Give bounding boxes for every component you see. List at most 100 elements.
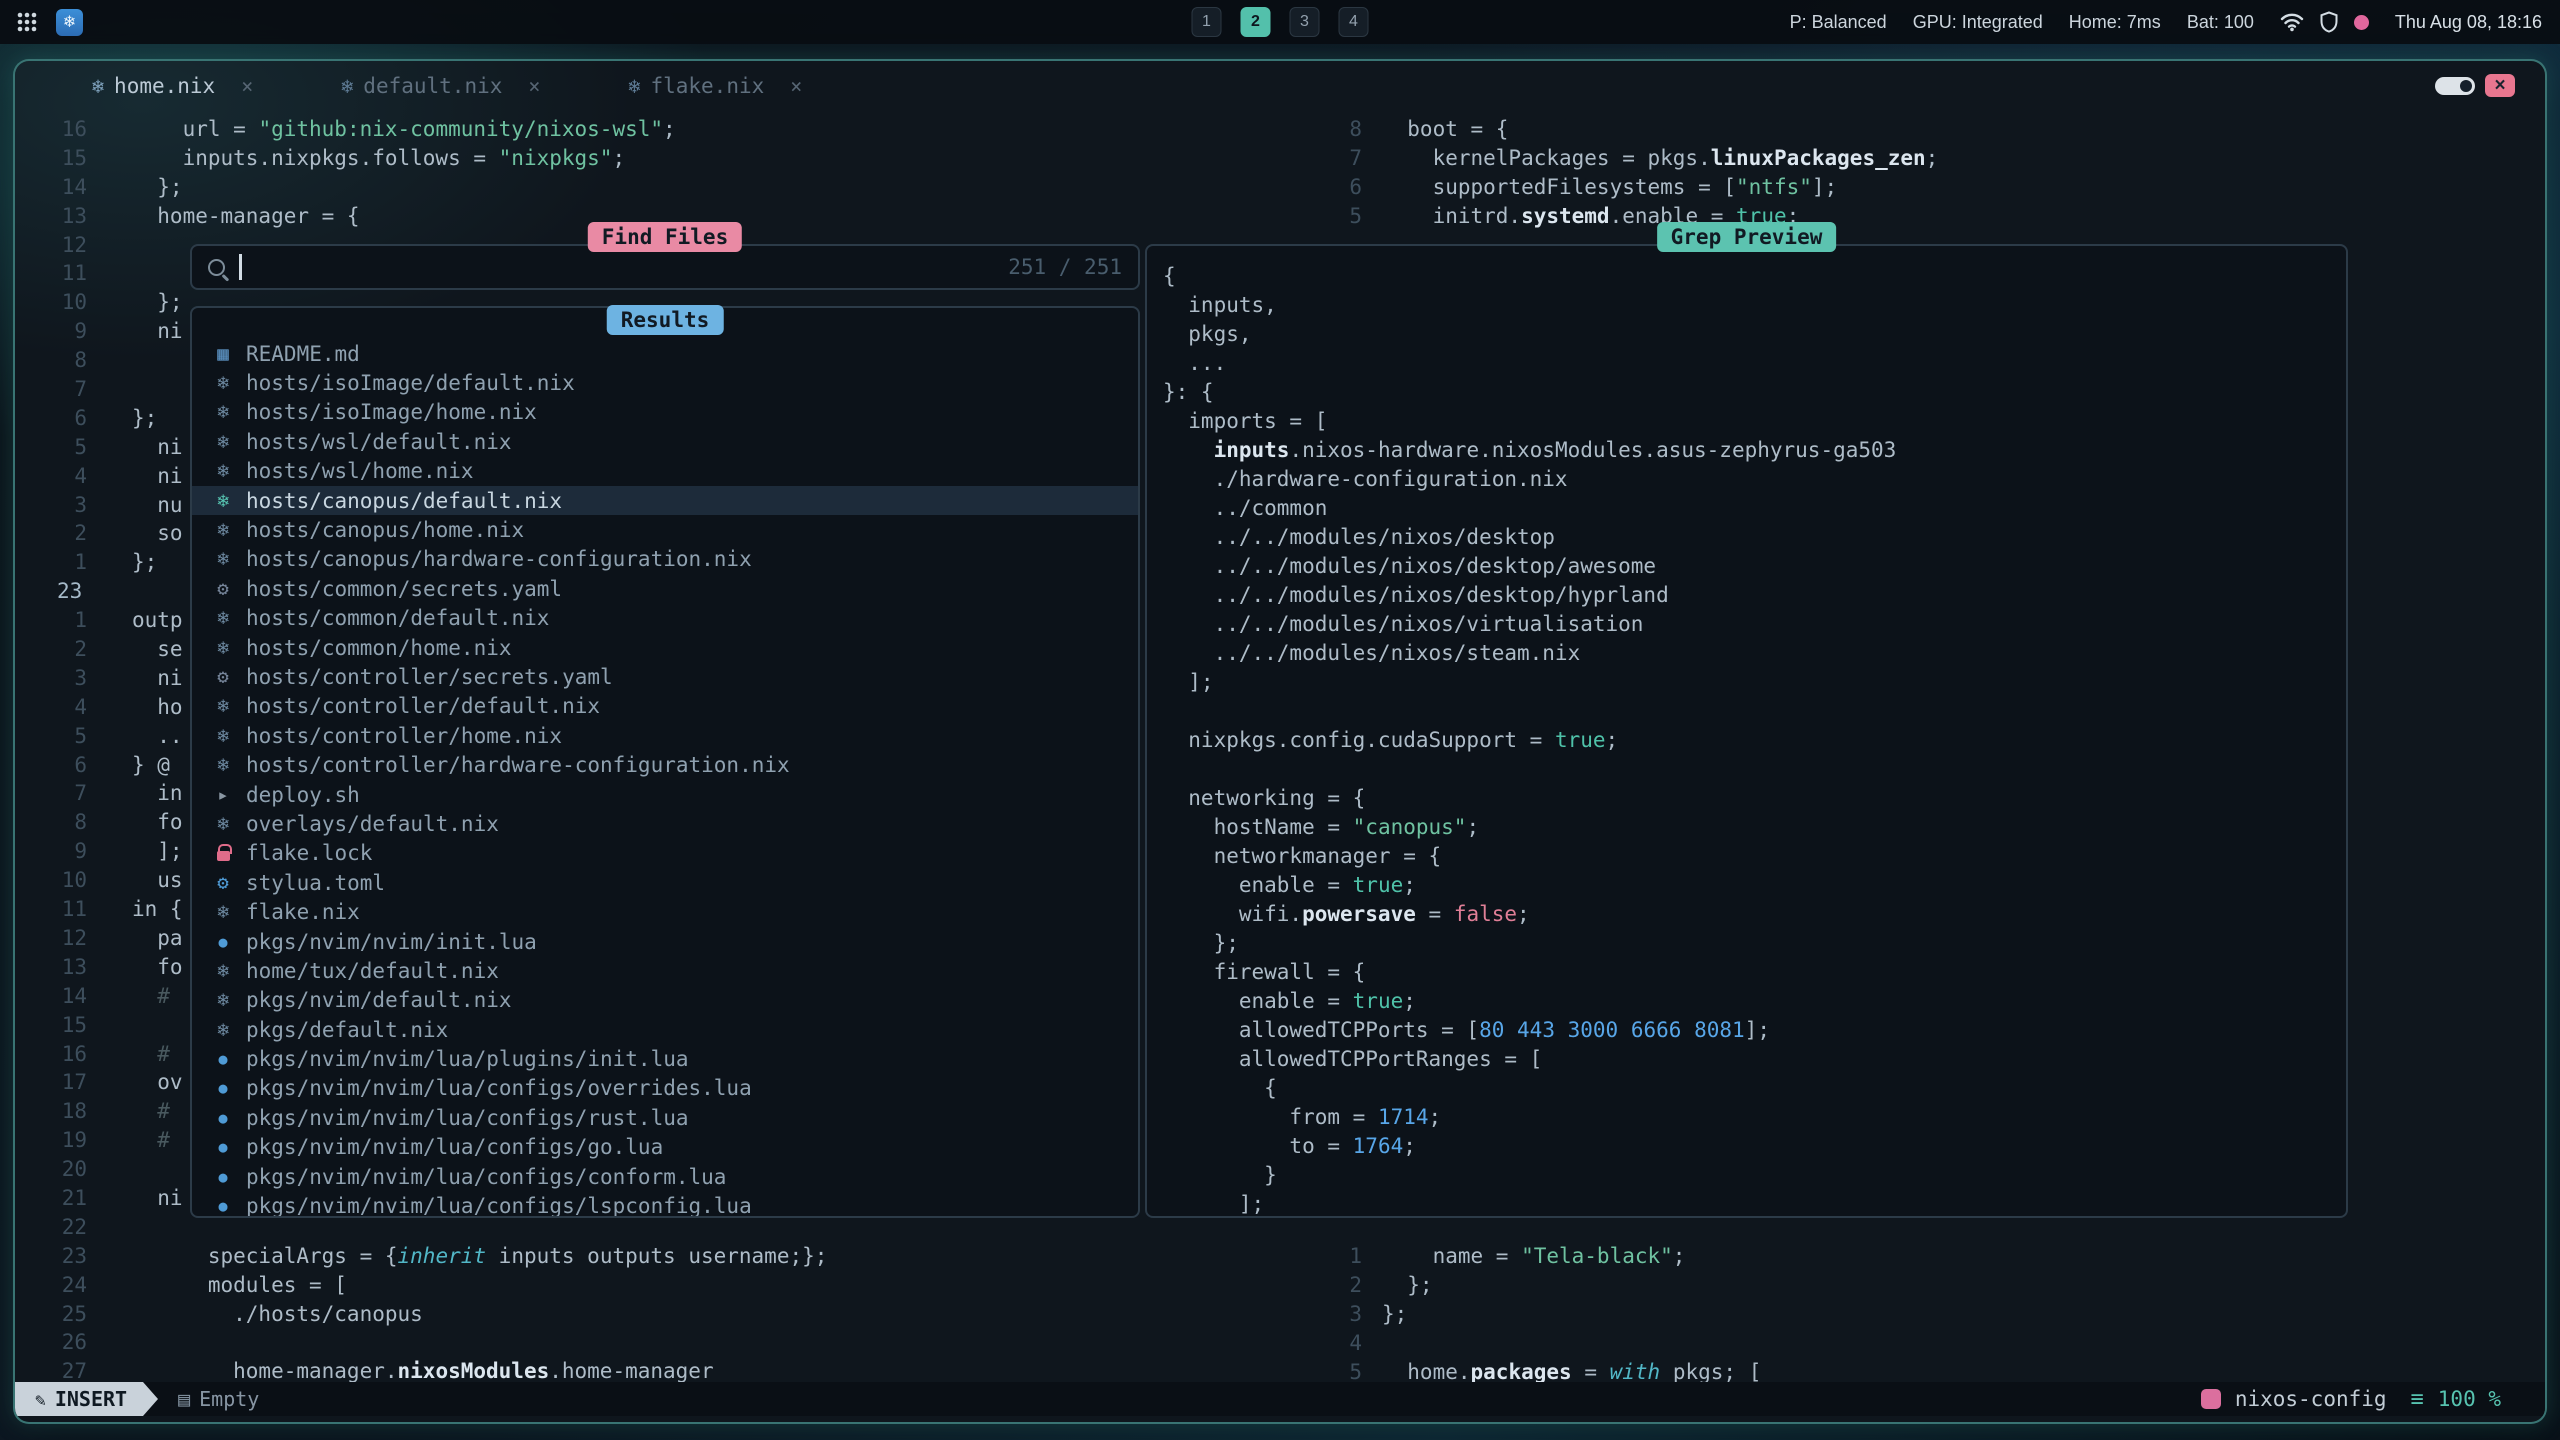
window-close-button[interactable] — [2485, 74, 2515, 97]
result-item[interactable]: ● pkgs/nvim/nvim/lua/configs/go.lua — [192, 1133, 1138, 1162]
status-module[interactable]: Bat: 100 — [2187, 12, 2254, 33]
workspace-button[interactable]: 3 — [1290, 7, 1320, 37]
result-item[interactable]: ❄ home/tux/default.nix — [192, 956, 1138, 985]
find-files-prompt[interactable]: Find Files 251 / 251 — [190, 244, 1140, 290]
code-line: to = 1764; — [1147, 1132, 2346, 1161]
result-item[interactable]: ⚙ hosts/controller/secrets.yaml — [192, 662, 1138, 691]
status-dot-icon[interactable] — [2354, 15, 2369, 30]
buffer-icon — [178, 1387, 190, 1411]
nix-icon: ❄ — [628, 74, 640, 98]
result-item[interactable]: ❄ hosts/common/default.nix — [192, 604, 1138, 633]
workspace-switcher: 1 2 3 4 — [1192, 7, 1369, 37]
result-item[interactable]: ❄ pkgs/nvim/default.nix — [192, 986, 1138, 1015]
code-text: inputs.nixpkgs.follows = "nixpkgs"; — [87, 144, 625, 173]
lock-icon — [210, 842, 236, 864]
result-item[interactable]: ❄ overlays/default.nix — [192, 809, 1138, 838]
code-text: ../../modules/nixos/desktop/hyprland — [1147, 581, 1669, 610]
line-number: 5 — [15, 722, 87, 751]
code-line: ../../modules/nixos/virtualisation — [1147, 610, 2346, 639]
line-number: 15 — [15, 1011, 87, 1040]
workspace-button[interactable]: 1 — [1192, 7, 1222, 37]
line-number: 16 — [15, 1040, 87, 1069]
status-module[interactable]: Home: 7ms — [2069, 12, 2161, 33]
editor-tab[interactable]: ❄ flake.nix — [628, 74, 802, 98]
result-item[interactable]: ● pkgs/nvim/nvim/lua/configs/rust.lua — [192, 1103, 1138, 1132]
result-item[interactable]: ❄ hosts/controller/hardware-configuratio… — [192, 750, 1138, 779]
result-item[interactable]: flake.lock — [192, 839, 1138, 868]
result-filename: home/tux/default.nix — [246, 959, 499, 983]
apps-grid-icon[interactable] — [16, 11, 38, 33]
result-item[interactable]: ❄ hosts/isoImage/default.nix — [192, 368, 1138, 397]
tab-close-icon[interactable] — [528, 74, 540, 98]
code-text: allowedTCPPorts = [80 443 3000 6666 8081… — [1147, 1016, 1770, 1045]
shield-icon[interactable] — [2319, 11, 2339, 33]
code-text: in { — [87, 895, 183, 924]
result-item[interactable]: ▸ deploy.sh — [192, 780, 1138, 809]
line-number: 5 — [1270, 202, 1362, 231]
code-text: networking = { — [1147, 784, 1365, 813]
result-item[interactable]: ● pkgs/nvim/nvim/lua/configs/conform.lua — [192, 1162, 1138, 1191]
result-item[interactable]: ❄ flake.nix — [192, 897, 1138, 926]
window-toggle-pill[interactable] — [2435, 77, 2475, 95]
editor-tab[interactable]: ❄ home.nix — [92, 74, 253, 98]
clock[interactable]: Thu Aug 08, 18:16 — [2395, 12, 2542, 33]
result-item[interactable]: ● pkgs/nvim/nvim/lua/configs/overrides.l… — [192, 1074, 1138, 1103]
lua-icon: ● — [210, 1050, 236, 1068]
result-item[interactable]: ❄ hosts/wsl/default.nix — [192, 427, 1138, 456]
result-item[interactable]: ❄ hosts/controller/default.nix — [192, 692, 1138, 721]
wifi-icon[interactable] — [2280, 12, 2304, 32]
code-line: { — [1147, 1074, 2346, 1103]
code-text: ../common — [1147, 494, 1327, 523]
result-filename: hosts/controller/default.nix — [246, 694, 600, 718]
result-item[interactable]: ● pkgs/nvim/nvim/init.lua — [192, 927, 1138, 956]
grep-preview-content[interactable]: { inputs, pkgs, ...}: { imports = [ inpu… — [1147, 246, 2346, 1219]
result-item[interactable]: ● pkgs/nvim/nvim/lua/plugins/init.lua — [192, 1044, 1138, 1073]
line-number: 4 — [15, 693, 87, 722]
result-item[interactable]: ❄ hosts/canopus/default.nix — [192, 486, 1138, 515]
result-item[interactable]: ❄ hosts/wsl/home.nix — [192, 457, 1138, 486]
nix-icon: ❄ — [210, 725, 236, 747]
line-number: 8 — [15, 808, 87, 837]
result-item[interactable]: ❄ hosts/canopus/home.nix — [192, 515, 1138, 544]
code-line: 6 supportedFilesystems = ["ntfs"]; — [1270, 173, 1938, 202]
result-item[interactable]: ❄ pkgs/default.nix — [192, 1015, 1138, 1044]
workspace-button[interactable]: 2 — [1241, 7, 1271, 37]
app-logo-icon[interactable]: ❄ — [56, 9, 83, 36]
result-item[interactable]: ▦ README.md — [192, 339, 1138, 368]
result-item[interactable]: ❄ hosts/canopus/hardware-configuration.n… — [192, 545, 1138, 574]
code-text: ho — [87, 693, 183, 722]
result-item[interactable]: ❄ hosts/common/home.nix — [192, 633, 1138, 662]
code-text: modules = [ — [87, 1271, 347, 1300]
result-filename: pkgs/nvim/nvim/lua/configs/conform.lua — [246, 1165, 726, 1189]
code-text: # — [87, 1126, 170, 1155]
code-text: ../../modules/nixos/steam.nix — [1147, 639, 1580, 668]
code-text: firewall = { — [1147, 958, 1365, 987]
code-line: hostName = "canopus"; — [1147, 813, 2346, 842]
editor-right-pane-bottom[interactable]: 1 name = "Tela-black";2 };3};45 home.pac… — [1270, 1242, 1761, 1386]
grep-preview-title-badge: Grep Preview — [1657, 222, 1837, 252]
result-item[interactable]: ● pkgs/nvim/nvim/lua/configs/lspconfig.l… — [192, 1191, 1138, 1216]
status-module[interactable]: GPU: Integrated — [1913, 12, 2043, 33]
nix-icon: ❄ — [210, 1019, 236, 1041]
result-item[interactable]: ❄ hosts/controller/home.nix — [192, 721, 1138, 750]
tab-close-icon[interactable] — [241, 74, 253, 98]
code-text: kernelPackages = pkgs.linuxPackages_zen; — [1362, 144, 1938, 173]
result-item[interactable]: ⚙ hosts/common/secrets.yaml — [192, 574, 1138, 603]
code-text: outp — [87, 606, 183, 635]
result-item[interactable]: ⚙ stylua.toml — [192, 868, 1138, 897]
line-number: 14 — [15, 173, 87, 202]
result-item[interactable]: ❄ hosts/isoImage/home.nix — [192, 398, 1138, 427]
workspace-button[interactable]: 4 — [1339, 7, 1369, 37]
editor-tab[interactable]: ❄ default.nix — [341, 74, 540, 98]
status-module[interactable]: P: Balanced — [1790, 12, 1887, 33]
lua-icon: ● — [210, 1109, 236, 1127]
code-line: allowedTCPPortRanges = [ — [1147, 1045, 2346, 1074]
code-line: { — [1147, 262, 2346, 291]
line-number: 1 — [15, 606, 87, 635]
editor-right-pane-top[interactable]: 8 boot = {7 kernelPackages = pkgs.linuxP… — [1270, 115, 1938, 231]
code-line: 8 boot = { — [1270, 115, 1938, 144]
tab-close-icon[interactable] — [790, 74, 802, 98]
code-text: # — [87, 1097, 170, 1126]
code-line: 14 }; — [15, 173, 827, 202]
result-filename: pkgs/nvim/nvim/lua/configs/lspconfig.lua — [246, 1194, 752, 1216]
